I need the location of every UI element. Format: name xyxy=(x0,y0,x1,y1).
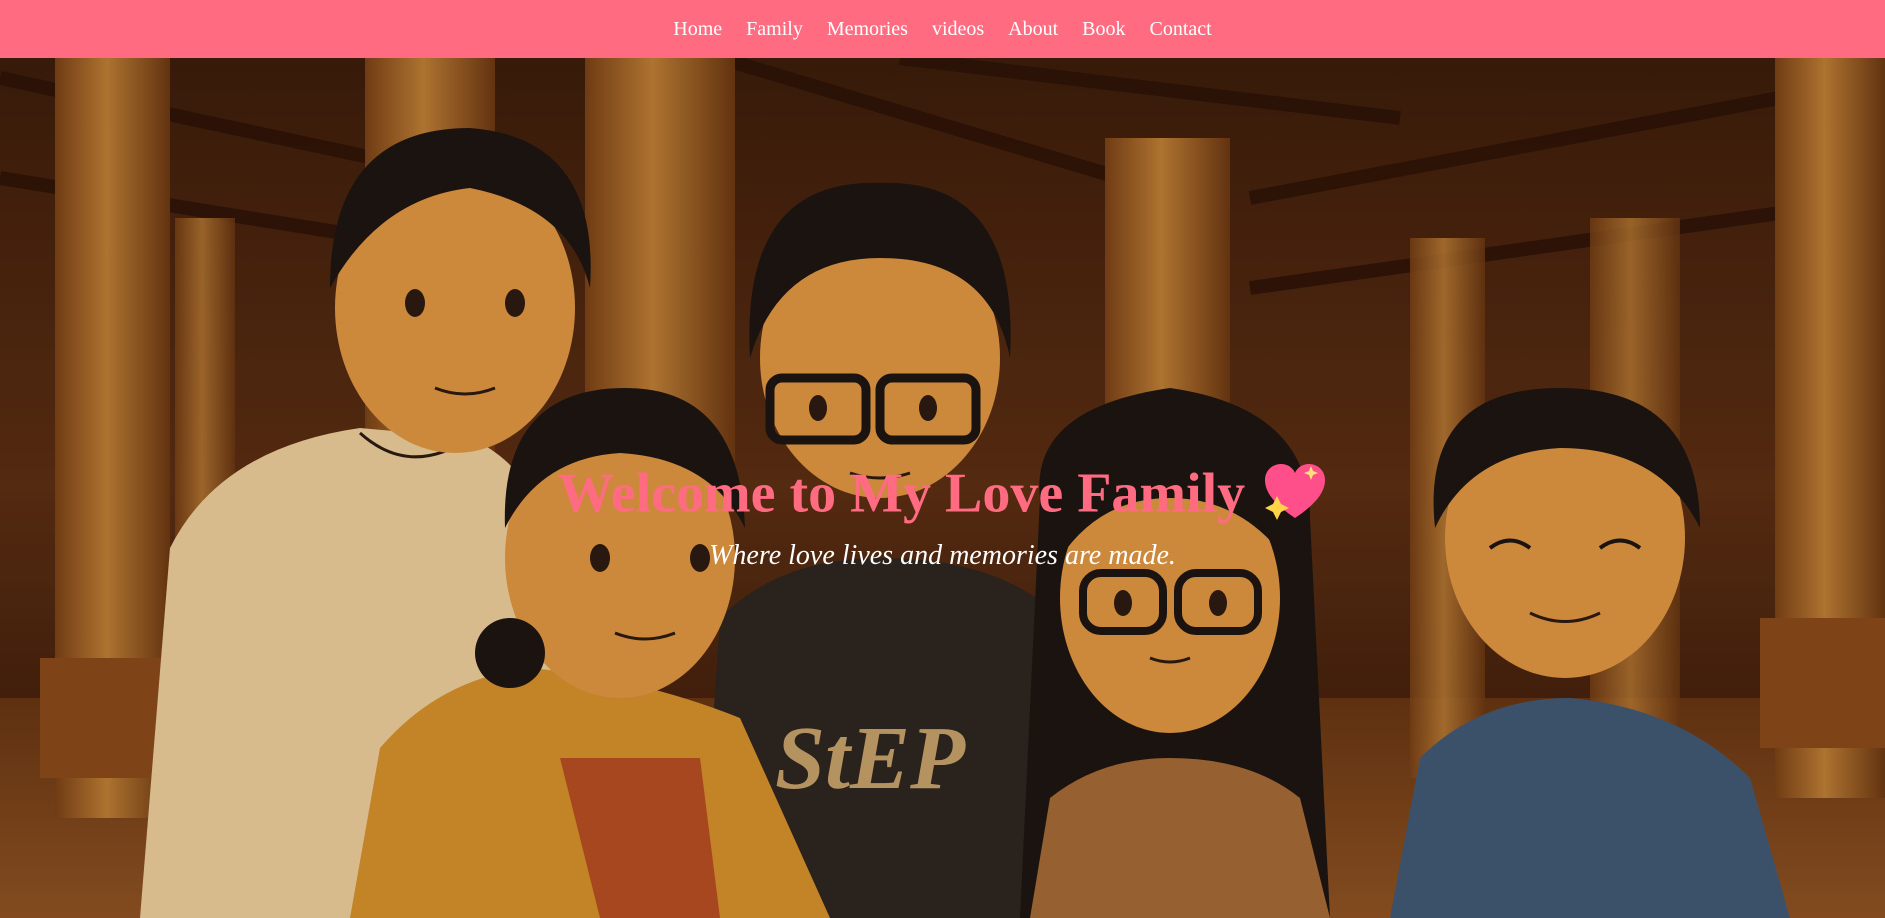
nav-item-book: Book xyxy=(1070,18,1137,41)
nav-item-about: About xyxy=(996,18,1070,41)
nav-item-family: Family xyxy=(734,18,815,41)
nav-link-memories[interactable]: Memories xyxy=(815,18,920,40)
nav-item-home: Home xyxy=(661,18,734,41)
hero-title-text: Welcome to My Love Family xyxy=(557,462,1246,525)
nav-list: Home Family Memories videos About Book C… xyxy=(661,18,1223,41)
nav-link-book[interactable]: Book xyxy=(1070,18,1137,40)
nav-item-videos: videos xyxy=(920,18,996,41)
sparkling-heart-icon xyxy=(1263,462,1327,536)
top-navbar: Home Family Memories videos About Book C… xyxy=(0,0,1885,58)
hero-section: StEP Welcome to My Love Family Where lov… xyxy=(0,58,1885,918)
hero-subtitle: Where love lives and memories are made. xyxy=(709,539,1176,571)
nav-link-about[interactable]: About xyxy=(996,18,1070,40)
nav-link-contact[interactable]: Contact xyxy=(1138,18,1224,40)
nav-link-family[interactable]: Family xyxy=(734,18,815,40)
nav-link-home[interactable]: Home xyxy=(661,18,734,40)
nav-link-videos[interactable]: videos xyxy=(920,18,996,40)
hero-title: Welcome to My Love Family xyxy=(0,462,1885,536)
nav-item-memories: Memories xyxy=(815,18,920,41)
hero-text: Welcome to My Love Family Where love liv… xyxy=(0,462,1885,572)
nav-item-contact: Contact xyxy=(1138,18,1224,41)
